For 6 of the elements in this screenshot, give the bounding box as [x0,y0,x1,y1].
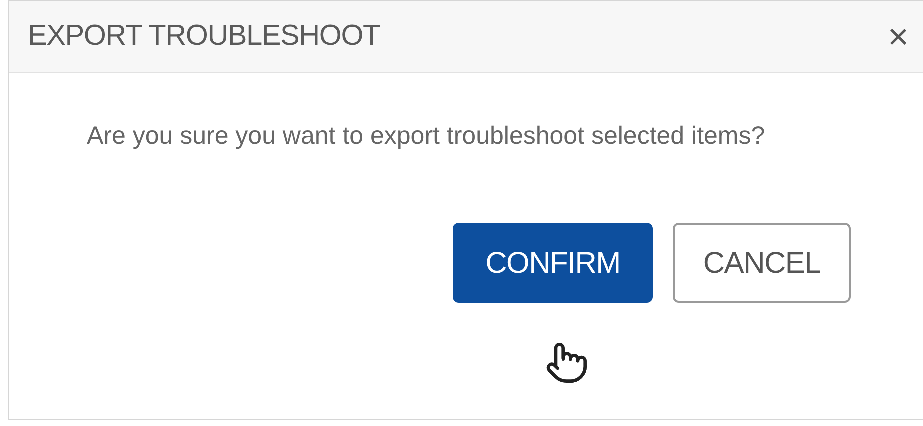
cancel-button[interactable]: CANCEL [673,223,851,303]
hand-cursor-icon [545,341,585,385]
close-button[interactable]: × [888,18,909,54]
dialog-message: Are you sure you want to export troubleshoot selected items? [87,121,766,152]
confirm-button[interactable]: CONFIRM [453,223,653,303]
dialog-title: EXPORT TROUBLESHOOT [28,18,380,54]
